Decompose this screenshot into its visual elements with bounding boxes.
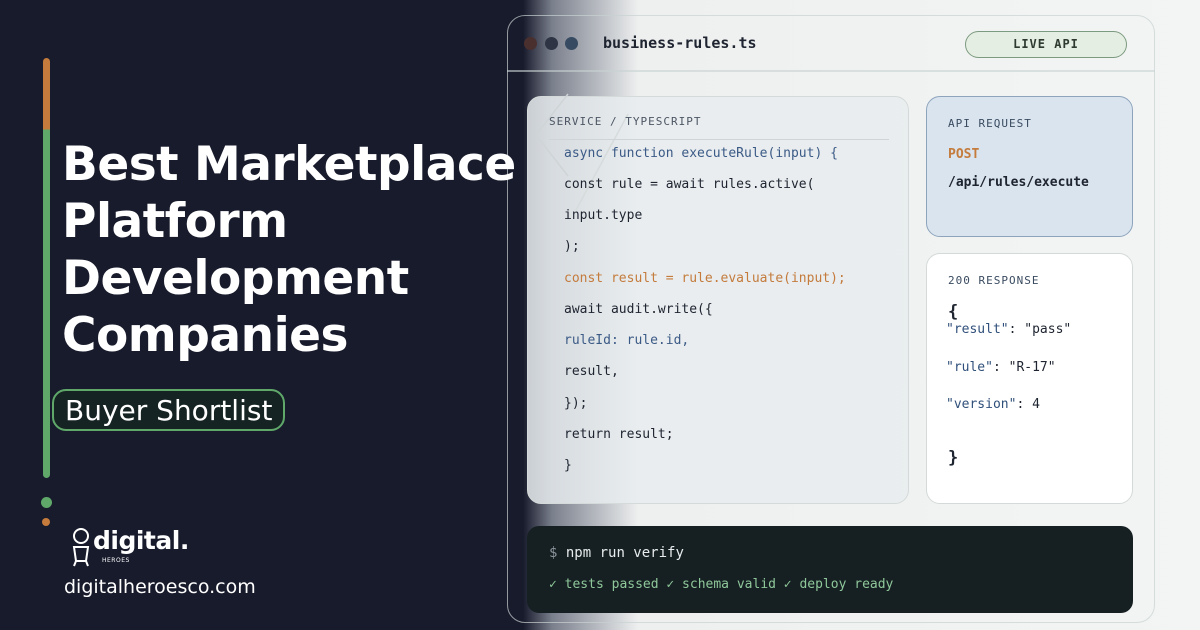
- live-api-pill[interactable]: LIVE API: [965, 31, 1127, 58]
- terminal-command: npm run verify: [557, 545, 684, 561]
- logo-wordmark: digital.: [93, 526, 189, 555]
- json-key: "rule": [946, 360, 993, 375]
- code-line-7: ruleId: rule.id,: [564, 333, 690, 348]
- accent-dot-orange: [42, 518, 50, 526]
- buyer-shortlist-badge: Buyer Shortlist: [52, 389, 286, 431]
- code-line-9: });: [564, 396, 588, 411]
- brand-logo: digital. HEROES: [70, 527, 189, 571]
- headline-line-2: Platform: [62, 194, 288, 249]
- code-line-2: const rule = await rules.active(: [564, 177, 815, 192]
- window-minimize-dot[interactable]: [545, 37, 558, 50]
- logo-subtext: HEROES: [102, 557, 130, 564]
- code-line-11: }: [564, 458, 572, 473]
- code-line-8: result,: [564, 364, 619, 379]
- headline-line-1: Best Marketplace: [62, 137, 516, 192]
- http-method: POST: [948, 147, 980, 162]
- code-line-10: return result;: [564, 427, 674, 442]
- terminal-command-line: $ npm run verify: [549, 545, 684, 561]
- chevron-left-icon: [535, 93, 569, 177]
- json-field-version: "version": 4: [946, 397, 1040, 412]
- window-maximize-dot[interactable]: [565, 37, 578, 50]
- json-value: : "R-17": [992, 360, 1056, 375]
- json-close-brace: }: [948, 448, 959, 468]
- accent-dot-green: [41, 497, 52, 508]
- accent-bar: [43, 58, 50, 478]
- json-field-rule: "rule": "R-17": [946, 360, 1056, 375]
- website-url: digitalheroesco.com: [64, 576, 256, 598]
- code-line-4: );: [564, 239, 580, 254]
- api-request-label: API REQUEST: [948, 117, 1032, 130]
- api-response-label: 200 RESPONSE: [948, 274, 1040, 287]
- headline-line-4: Companies: [62, 308, 349, 363]
- code-line-6: await audit.write({: [564, 302, 713, 317]
- file-name: business-rules.ts: [603, 34, 757, 52]
- headline: Best Marketplace Platform Development Co…: [62, 136, 532, 364]
- json-key: "version": [946, 397, 1017, 412]
- code-line-1: async function executeRule(input) {: [564, 146, 838, 161]
- json-key: "result": [946, 322, 1009, 337]
- titlebar-divider: [507, 70, 1155, 72]
- hero-mascot-icon: [72, 528, 90, 567]
- headline-line-3: Development: [62, 251, 409, 306]
- json-field-result: "result": "pass": [946, 322, 1071, 337]
- code-panel-label: SERVICE / TYPESCRIPT: [549, 115, 702, 128]
- terminal-output: ✓ tests passed ✓ schema valid ✓ deploy r…: [549, 577, 894, 592]
- api-endpoint-path: /api/rules/execute: [948, 175, 1089, 190]
- code-line-5: const result = rule.evaluate(input);: [564, 271, 846, 286]
- json-value: : 4: [1016, 397, 1040, 412]
- json-open-brace: {: [948, 302, 959, 322]
- code-line-3: input.type: [564, 208, 643, 223]
- terminal-panel: [527, 526, 1133, 613]
- code-panel-divider: [549, 139, 889, 140]
- window-close-dot[interactable]: [524, 37, 537, 50]
- json-value: : "pass": [1008, 322, 1072, 337]
